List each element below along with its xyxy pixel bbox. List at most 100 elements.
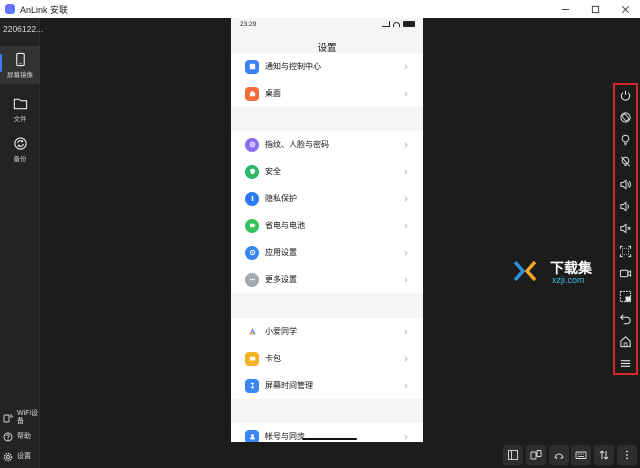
list-item-xiaoai[interactable]: 小爱同学 [231,318,423,345]
home-button[interactable] [617,333,634,350]
power-button[interactable] [617,87,634,104]
help-button[interactable]: 帮助 [3,432,31,442]
list-item-label: 屏幕时间管理 [265,381,313,390]
layout-button[interactable] [503,445,523,465]
sidebar-item-label: 文件 [13,115,27,123]
wifi-icon [393,21,400,27]
list-item-label: 小爱同学 [265,327,297,336]
sidebar-item-backup[interactable]: 备份 [0,130,40,168]
gear-icon [3,452,13,462]
list-item-label: 卡包 [265,354,281,363]
more-options-button[interactable] [617,445,637,465]
rotate-icon [620,112,631,123]
control-toolbar [613,83,638,375]
menu-icon [620,360,631,367]
watermark: 下载集 xzji.com [512,256,602,286]
record-button[interactable] [617,265,634,282]
title-bar: AnLink 安联 [0,0,640,18]
keyboard-button[interactable] [571,445,591,465]
list-item-security[interactable]: 安全 [231,158,423,185]
screenshot-button[interactable] [617,243,634,260]
chevron-right-icon [404,169,408,174]
more-icon [245,272,259,287]
phone-screen[interactable]: 23:29 设置 通知与控制中心 桌面 指纹、人脸与密码 安全 隐私保护 省电与… [231,18,423,442]
list-item-desktop[interactable]: 桌面 [231,80,423,107]
wifi-device-icon [3,414,13,423]
device-id[interactable]: 2206122... [0,18,90,40]
shield-icon [245,164,259,179]
sidebar-item-files[interactable]: 文件 [0,90,40,128]
more-vertical-icon [626,450,628,460]
light-on-icon [621,134,630,146]
list-item-screen-time[interactable]: 屏幕时间管理 [231,372,423,399]
cast-icon [554,453,564,459]
watermark-domain: xzji.com [552,275,585,285]
volume-up-button[interactable] [617,176,634,193]
help-label: 帮助 [17,433,31,440]
sidebar [0,18,40,468]
list-item-wallet[interactable]: 卡包 [231,345,423,372]
list-item-label: 应用设置 [265,248,297,257]
page-title: 设置 [317,43,337,54]
settings-label: 设置 [17,453,31,460]
rotate-button[interactable] [617,109,634,126]
sidebar-item-label: 备份 [13,155,27,163]
maximize-icon [591,5,599,13]
list-item-label: 桌面 [265,89,281,98]
settings-group: 小爱同学 卡包 屏幕时间管理 [231,318,423,399]
volume-down-button[interactable] [617,198,634,215]
crop-icon [619,290,632,303]
chevron-right-icon [404,142,408,147]
notification-icon [245,59,259,74]
battery-icon [245,218,259,233]
xzji-logo-icon [513,260,537,282]
list-item-privacy[interactable]: 隐私保护 [231,185,423,212]
list-item-battery[interactable]: 省电与电池 [231,212,423,239]
home-indicator[interactable] [302,438,357,440]
menu-button[interactable] [617,355,634,372]
help-icon [3,432,13,442]
back-button[interactable] [617,310,634,327]
back-icon [619,314,631,325]
volume-down-icon [620,201,629,212]
wallet-icon [245,351,259,366]
home-icon [245,86,259,101]
light-on-button[interactable] [617,131,634,148]
phone-icon [15,52,25,66]
chevron-right-icon [404,383,408,388]
sidebar-item-screen-mirror[interactable]: 屏幕镜像 [0,46,40,84]
list-item-label: 通知与控制中心 [265,62,321,71]
list-item-label: 帐号与同步 [265,432,305,441]
signal-icon [382,21,390,27]
list-item-notification[interactable]: 通知与控制中心 [231,53,423,80]
xiaoai-icon [245,324,259,339]
sort-button[interactable] [594,445,614,465]
list-item-app-settings[interactable]: 应用设置 [231,239,423,266]
wifi-device-label: WiFi设备 [17,410,38,425]
transfer-button[interactable] [526,445,546,465]
settings-button[interactable]: 设置 [3,452,31,462]
battery-icon [403,21,415,27]
transfer-icon [530,450,542,460]
close-button[interactable] [611,0,639,18]
chevron-right-icon [404,91,408,96]
mute-button[interactable] [617,220,634,237]
active-indicator [0,54,2,72]
list-item-label: 安全 [265,167,281,176]
wifi-device-button[interactable]: WiFi设备 [3,410,39,426]
crop-button[interactable] [617,288,634,305]
cast-button[interactable] [549,445,569,465]
account-icon [245,429,259,442]
minimize-icon [561,8,569,10]
minimize-button[interactable] [551,0,579,18]
privacy-icon [245,191,259,206]
window-title: AnLink 安联 [20,4,69,15]
list-item-more-settings[interactable]: 更多设置 [231,266,423,293]
folder-icon [13,98,27,109]
chevron-right-icon [404,434,408,439]
maximize-button[interactable] [581,0,609,18]
sync-icon [13,136,27,150]
light-off-button[interactable] [617,153,634,170]
mute-icon [620,223,631,234]
list-item-fingerprint[interactable]: 指纹、人脸与密码 [231,131,423,158]
